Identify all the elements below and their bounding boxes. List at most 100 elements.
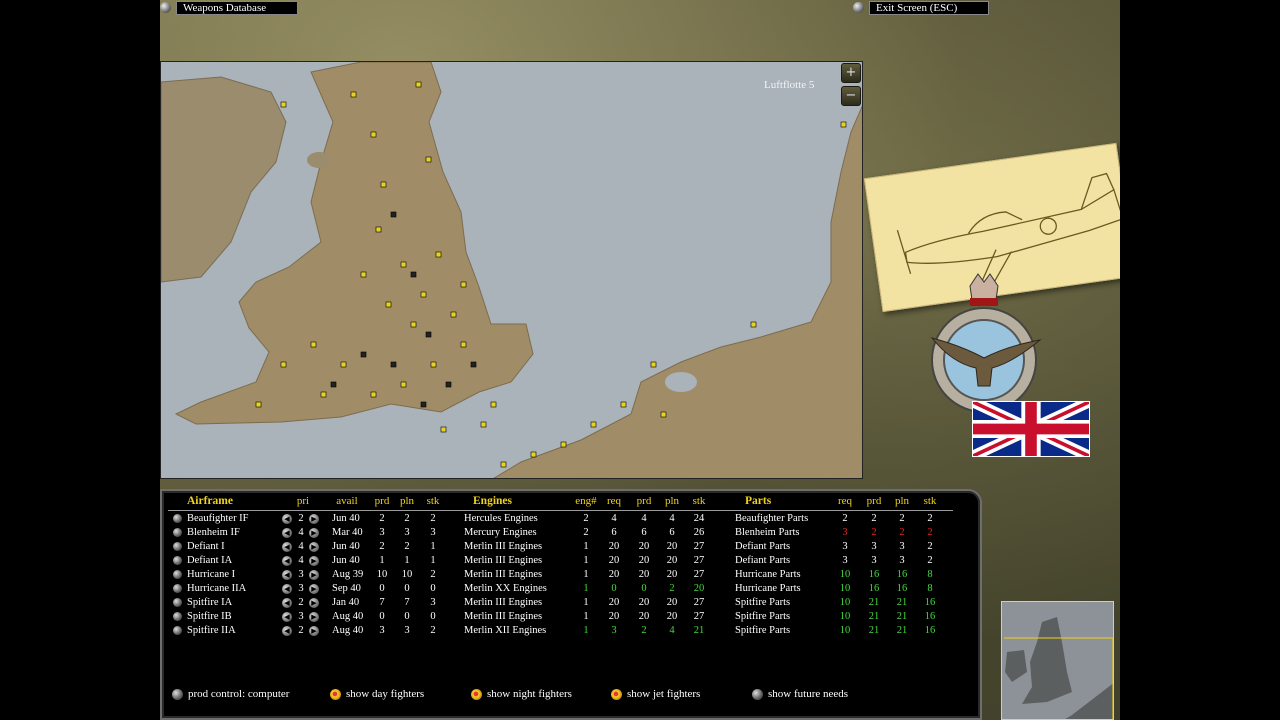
priority-decrease-icon[interactable]: ◀ [282,556,292,566]
engine-prd: 20 [638,541,650,552]
airframe-name: Hurricane I [187,569,236,580]
airframe-name: Defiant I [187,541,225,552]
avail-date: Jan 40 [332,597,360,608]
priority-decrease-icon[interactable]: ◀ [282,626,292,636]
campaign-map[interactable] [160,61,863,479]
weapons-database-label: Weapons Database [176,0,298,15]
row-select-icon[interactable] [173,612,182,621]
priority-value: 4 [298,541,304,552]
part-stk: 2 [927,513,933,524]
exit-screen-button[interactable]: Exit Screen (ESC) [853,0,989,15]
table-row[interactable]: Spitfire IB ◀ 3 ▶ Aug 40 0 0 0 Merlin III Engine… [160,610,960,624]
row-select-icon[interactable] [173,626,182,635]
show-night-fighters-label: show night fighters [487,688,572,700]
table-row[interactable]: Beaufighter IF ◀ 2 ▶ Jun 40 2 2 2 Hercules Engin… [160,512,960,526]
header-stk: stk [692,495,706,507]
eng-count: 1 [583,569,589,580]
engine-stk: 27 [693,569,705,580]
zoom-out-button[interactable]: − [841,86,861,106]
priority-increase-icon[interactable]: ▶ [309,626,319,636]
eng-count: 2 [583,513,589,524]
row-select-icon[interactable] [173,514,182,523]
table-row[interactable]: Spitfire IIA ◀ 2 ▶ Aug 40 3 3 2 Merlin XII Engin… [160,624,960,638]
part-stk: 2 [927,555,933,566]
part-req: 10 [839,611,851,622]
engine-prd: 20 [638,611,650,622]
priority-value: 2 [298,513,304,524]
priority-increase-icon[interactable]: ▶ [309,612,319,622]
priority-decrease-icon[interactable]: ◀ [282,528,292,538]
show-day-fighters-option[interactable]: show day fighters [330,688,424,700]
table-row[interactable]: Hurricane I ◀ 3 ▶ Aug 39 10 10 2 Merlin III Engi… [160,568,960,582]
part-req: 3 [842,527,848,538]
show-jet-fighters-label: show jet fighters [627,688,701,700]
priority-increase-icon[interactable]: ▶ [309,542,319,552]
part-pln: 3 [899,555,905,566]
prod-control-option[interactable]: prod control: computer [172,688,289,700]
priority-increase-icon[interactable]: ▶ [309,598,319,608]
stk-value: 3 [430,597,436,608]
prd-value: 0 [379,583,385,594]
avail-date: Jun 40 [332,541,360,552]
engine-prd: 20 [638,555,650,566]
part-stk: 2 [927,541,933,552]
stk-value: 1 [430,555,436,566]
table-row[interactable]: Blenheim IF ◀ 4 ▶ Mar 40 3 3 3 Mercury Engines 2 6… [160,526,960,540]
engine-pln: 20 [666,555,678,566]
eng-count: 2 [583,527,589,538]
table-row[interactable]: Defiant I ◀ 4 ▶ Jun 40 2 2 1 Merlin III Engines 1… [160,540,960,554]
priority-decrease-icon[interactable]: ◀ [282,542,292,552]
avail-date: Sep 40 [332,583,361,594]
show-night-fighters-option[interactable]: show night fighters [471,688,572,700]
priority-value: 3 [298,583,304,594]
part-req: 3 [842,555,848,566]
priority-value: 3 [298,611,304,622]
table-row[interactable]: Hurricane IIA ◀ 3 ▶ Sep 40 0 0 0 Merlin XX Engin… [160,582,960,596]
airframe-name: Blenheim IF [187,527,240,538]
show-future-needs-option[interactable]: show future needs [752,688,848,700]
airframe-name: Spitfire IIA [187,625,236,636]
table-row[interactable]: Spitfire IA ◀ 2 ▶ Jan 40 7 7 3 Merlin III Engine… [160,596,960,610]
priority-increase-icon[interactable]: ▶ [309,514,319,524]
exit-screen-label: Exit Screen (ESC) [869,0,989,15]
row-select-icon[interactable] [173,584,182,593]
priority-increase-icon[interactable]: ▶ [309,528,319,538]
row-select-icon[interactable] [173,542,182,551]
row-select-icon[interactable] [173,598,182,607]
priority-increase-icon[interactable]: ▶ [309,556,319,566]
zoom-out-icon: − [845,88,857,103]
minimap[interactable] [1001,601,1114,720]
engine-pln: 20 [666,541,678,552]
engine-prd: 2 [641,625,647,636]
engine-name: Hercules Engines [464,513,538,524]
row-select-icon[interactable] [173,570,182,579]
priority-decrease-icon[interactable]: ◀ [282,570,292,580]
priority-decrease-icon[interactable]: ◀ [282,612,292,622]
part-stk: 16 [924,597,936,608]
engine-stk: 27 [693,597,705,608]
priority-decrease-icon[interactable]: ◀ [282,598,292,608]
row-select-icon[interactable] [173,528,182,537]
priority-decrease-icon[interactable]: ◀ [282,514,292,524]
header-prd: prd [636,495,652,507]
show-jet-fighters-option[interactable]: show jet fighters [611,688,700,700]
pln-value: 10 [401,569,413,580]
engine-prd: 20 [638,597,650,608]
weapons-database-button[interactable]: Weapons Database [160,0,298,15]
header-stk: stk [923,495,937,507]
priority-decrease-icon[interactable]: ◀ [282,584,292,594]
radio-on-icon [471,688,482,700]
zoom-in-button[interactable]: + [841,63,861,83]
part-name: Spitfire Parts [735,597,791,608]
avail-date: Aug 40 [332,611,364,622]
table-row[interactable]: Defiant IA ◀ 4 ▶ Jun 40 1 1 1 Merlin III Engines… [160,554,960,568]
eng-count: 1 [583,541,589,552]
priority-increase-icon[interactable]: ▶ [309,584,319,594]
engine-stk: 20 [693,583,705,594]
eng-count: 1 [583,583,589,594]
row-select-icon[interactable] [173,556,182,565]
priority-increase-icon[interactable]: ▶ [309,570,319,580]
pln-value: 1 [404,555,410,566]
engine-stk: 27 [693,541,705,552]
union-flag-icon [972,401,1090,457]
